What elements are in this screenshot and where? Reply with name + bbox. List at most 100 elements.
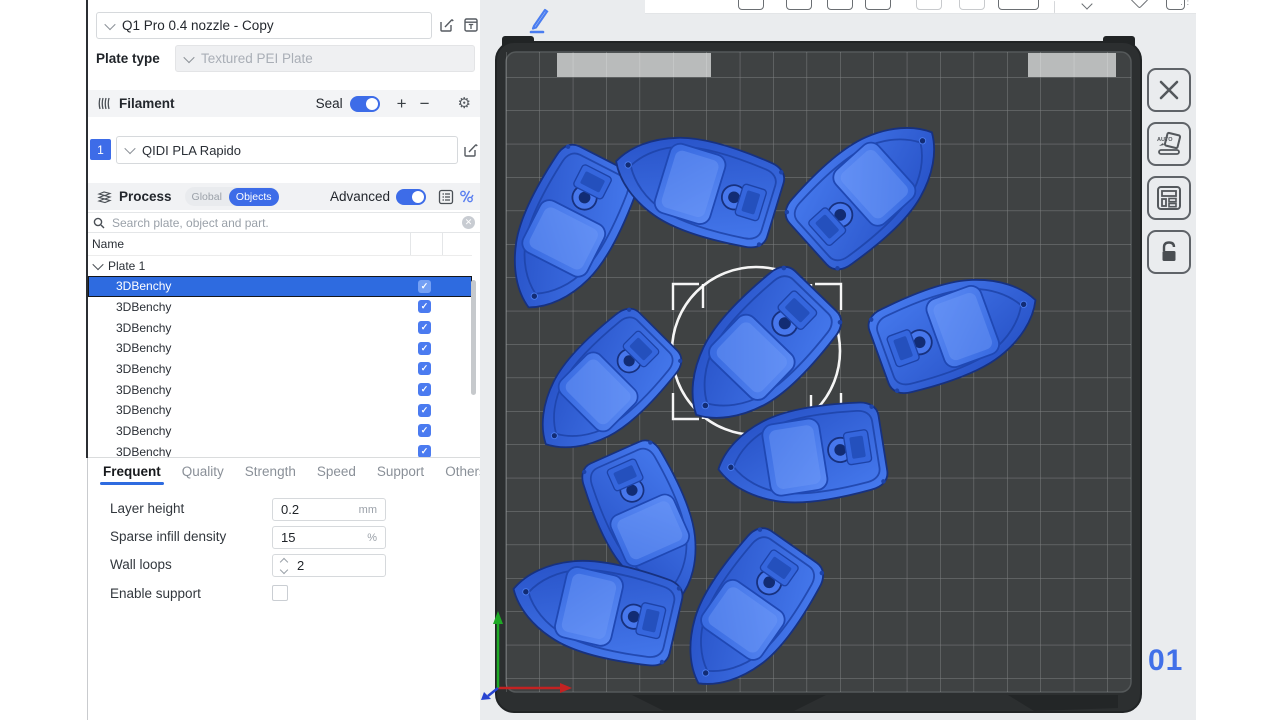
column-divider: [410, 233, 411, 255]
infill-density-input[interactable]: 15 %: [272, 526, 386, 549]
parameter-list-icon[interactable]: [438, 189, 454, 205]
expander-chevron-icon[interactable]: [92, 258, 103, 269]
stepper-arrows[interactable]: [281, 559, 287, 573]
name-column-header: Name: [92, 237, 124, 251]
search-placeholder: Search plate, object and part.: [112, 216, 462, 230]
filament-settings-gear-icon[interactable]: ⚙: [458, 96, 471, 111]
filament-dropdown[interactable]: QIDI PLA Rapido: [116, 136, 458, 164]
scope-objects[interactable]: Objects: [229, 188, 279, 206]
search-icon: [93, 217, 105, 229]
setting-label: Layer height: [110, 501, 184, 516]
process-layers-icon: [96, 188, 113, 205]
edit-filament-button[interactable]: [462, 141, 480, 159]
object-list: 3DBenchy✓3DBenchy✓3DBenchy✓3DBenchy✓3DBe…: [88, 276, 472, 457]
viewport-3d[interactable]: ..:: [480, 0, 1280, 720]
print-checkbox[interactable]: ✓: [418, 280, 431, 293]
arrow-up-icon[interactable]: [280, 557, 288, 565]
lock-open-icon: [1156, 239, 1182, 265]
advanced-toggle[interactable]: [396, 189, 426, 205]
chevron-down-icon: [124, 143, 135, 154]
plate-front-notch: [632, 695, 826, 711]
filament-spool-icon: [96, 95, 113, 112]
chevron-down-icon: [104, 18, 115, 29]
tree-row-object[interactable]: 3DBenchy✓: [88, 379, 472, 400]
auto-orient-icon: AUTO: [1155, 130, 1183, 158]
wall-loops-stepper[interactable]: 2: [272, 554, 386, 577]
compare-parameters-icon[interactable]: [459, 189, 474, 204]
filament-name: QIDI PLA Rapido: [142, 143, 241, 158]
process-scope-switch[interactable]: Global Objects: [185, 187, 279, 206]
close-icon: [1156, 77, 1182, 103]
infill-density-value: 15: [281, 530, 363, 545]
setting-label: Sparse infill density: [110, 529, 226, 544]
template-icon: [463, 17, 479, 33]
search-bar[interactable]: Search plate, object and part. ✕: [88, 212, 480, 233]
plate-number: 01: [1148, 644, 1183, 678]
print-checkbox[interactable]: ✓: [418, 321, 431, 334]
layer-height-value: 0.2: [281, 502, 355, 517]
filament-section-title: Filament: [119, 96, 175, 111]
print-checkbox[interactable]: ✓: [418, 445, 431, 457]
print-checkbox[interactable]: ✓: [418, 383, 431, 396]
pencil-square-icon: [463, 142, 479, 158]
plate-type-label: Plate type: [96, 51, 160, 66]
edit-preset-button[interactable]: [438, 16, 456, 34]
left-gutter-lower: [0, 458, 88, 720]
tree-row-object[interactable]: 3DBenchy✓: [88, 359, 472, 380]
tree-row-plate[interactable]: Plate 1: [88, 255, 472, 276]
advanced-label: Advanced: [330, 189, 390, 204]
list-scrollbar-thumb[interactable]: [471, 280, 476, 395]
plate-row-label: Plate 1: [108, 259, 145, 273]
tree-row-object[interactable]: 3DBenchy✓: [88, 400, 472, 421]
tree-row-object[interactable]: 3DBenchy✓: [88, 442, 472, 458]
wall-loops-value: 2: [297, 558, 377, 573]
tab-frequent[interactable]: Frequent: [103, 464, 161, 481]
print-checkbox[interactable]: ✓: [418, 342, 431, 355]
tree-row-object[interactable]: 3DBenchy✓: [88, 276, 472, 297]
print-checkbox[interactable]: ✓: [418, 404, 431, 417]
setting-label: Wall loops: [110, 557, 172, 572]
pencil-square-icon: [439, 17, 455, 33]
auto-orient-button[interactable]: AUTO: [1147, 122, 1191, 166]
filament-index-badge[interactable]: 1: [90, 139, 111, 160]
arrow-down-icon[interactable]: [280, 565, 288, 573]
save-preset-button[interactable]: [462, 16, 480, 34]
tree-row-object[interactable]: 3DBenchy✓: [88, 297, 472, 318]
tab-strength[interactable]: Strength: [245, 464, 296, 481]
app-window: Q1 Pro 0.4 nozzle - Copy Plate type Text…: [0, 0, 1280, 720]
tab-support[interactable]: Support: [377, 464, 424, 481]
remove-filament-button[interactable]: −: [420, 95, 430, 112]
plate-action-buttons: AUTO: [1147, 68, 1191, 274]
enable-support-checkbox[interactable]: [272, 585, 288, 601]
printer-preset-dropdown[interactable]: Q1 Pro 0.4 nozzle - Copy: [96, 12, 432, 39]
tab-speed[interactable]: Speed: [317, 464, 356, 481]
tree-row-object[interactable]: 3DBenchy✓: [88, 317, 472, 338]
process-section-title: Process: [119, 189, 172, 204]
plate-settings-icon: [1155, 184, 1183, 212]
tree-row-object[interactable]: 3DBenchy✓: [88, 338, 472, 359]
left-gutter: [0, 0, 88, 458]
print-checkbox[interactable]: ✓: [418, 300, 431, 313]
svg-text:AUTO: AUTO: [1157, 137, 1173, 143]
process-tabs: FrequentQualityStrengthSpeedSupportOther…: [88, 457, 480, 486]
print-checkbox[interactable]: ✓: [418, 362, 431, 375]
clear-search-icon[interactable]: ✕: [462, 216, 475, 229]
lock-plate-button[interactable]: [1147, 230, 1191, 274]
scope-global[interactable]: Global: [185, 191, 229, 203]
tree-header: Name: [88, 233, 472, 256]
add-filament-button[interactable]: +: [397, 95, 407, 112]
settings-panel: Q1 Pro 0.4 nozzle - Copy Plate type Text…: [88, 0, 481, 720]
plate-type-dropdown[interactable]: Textured PEI Plate: [175, 45, 475, 72]
column-divider: [442, 233, 443, 255]
process-section-header: Process Global Objects Advanced: [88, 183, 480, 210]
print-checkbox[interactable]: ✓: [418, 424, 431, 437]
unit-label: %: [367, 532, 377, 544]
seal-toggle[interactable]: [350, 96, 380, 112]
delete-plate-button[interactable]: [1147, 68, 1191, 112]
tab-quality[interactable]: Quality: [182, 464, 224, 481]
unit-label: mm: [359, 504, 377, 516]
plate-type-value: Textured PEI Plate: [201, 51, 313, 66]
plate-settings-button[interactable]: [1147, 176, 1191, 220]
layer-height-input[interactable]: 0.2 mm: [272, 498, 386, 521]
tree-row-object[interactable]: 3DBenchy✓: [88, 421, 472, 442]
